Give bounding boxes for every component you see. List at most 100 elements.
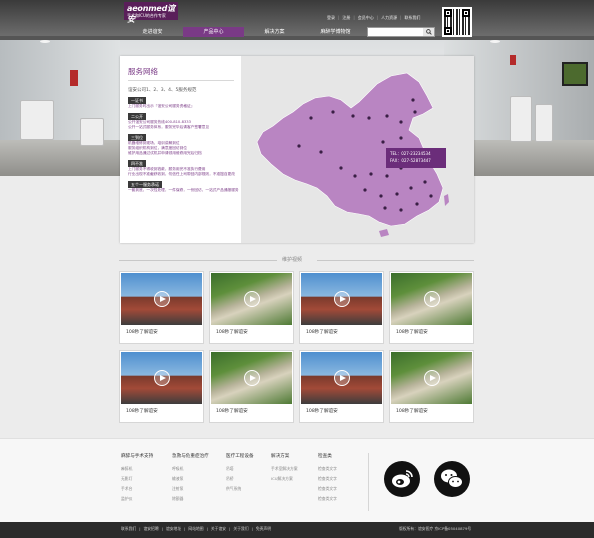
video-caption[interactable]: 108秒了解谊安 [126,329,158,335]
bottom-bar: 联系我们 | 谊安招聘 | 谊安地址 | 网站地图 | 关于谊安 | 关于我们 | 免责声明… [0,522,594,538]
play-icon[interactable] [154,370,170,386]
weibo-button[interactable] [384,461,420,497]
video-caption[interactable]: 108秒了解谊安 [306,408,338,414]
footer-link[interactable]: 手术室解决方案 [271,464,298,474]
wechat-button[interactable] [434,461,470,497]
bottom-link[interactable]: 联系我们 [121,526,136,532]
footer-link[interactable]: 呼吸机 [172,464,209,474]
play-icon[interactable] [424,291,440,307]
city-dot [353,174,357,178]
footer-link[interactable]: 监护仪 [121,494,153,504]
bottom-link[interactable]: 免责声明 [256,526,271,532]
footer-link[interactable]: 输液泵 [172,474,209,484]
footer-link[interactable]: 无影灯 [121,474,153,484]
footer-column-title[interactable]: 医疗工程设备 [226,453,254,459]
footer-column: 解决方案 手术室解决方案 ICU解决方案 [271,453,298,484]
footer-link[interactable]: 麻醉机 [121,464,153,474]
service-tier: 五个一服务承诺 一套到底，一次性处理，一件保修，一份回访，一站式产品通报服务 [128,181,241,193]
footer-link[interactable]: 吊塔 [226,464,254,474]
banner-screen [562,62,588,86]
video-thumbnail[interactable] [301,352,382,404]
nav-museum[interactable]: 麻醉学博物馆 [305,27,366,37]
separator: | [139,526,141,531]
separator: | [184,526,186,531]
video-card[interactable]: 108秒了解谊安 [299,350,384,423]
footer-column: 检查类 检查类文字 检查类文字 检查类文字 检查类文字 [318,453,337,504]
footer-column-title[interactable]: 解决方案 [271,453,298,459]
wechat-icon [441,469,463,488]
video-thumbnail[interactable] [211,273,292,325]
nav-about[interactable]: 走进谊安 [122,27,183,37]
top-link-hr[interactable]: 人力资源 [381,15,397,21]
service-tier: 一证书 上门服务时出示『谊安公司服务资格证』 [128,97,241,109]
video-thumbnail[interactable] [121,352,202,404]
city-dot [399,136,403,140]
footer-column-title[interactable]: 检查类 [318,453,337,459]
city-dot [297,144,301,148]
tier-text: 上门服务时出示『谊安公司服务资格证』 [128,104,195,108]
logo[interactable]: aeonmed谊安 手术和ICU的合作专家 [124,2,178,24]
video-card[interactable]: 108秒了解谊安 [119,271,204,344]
bottom-link[interactable]: 谊安招聘 [143,526,158,532]
city-dot [339,166,343,170]
video-caption[interactable]: 108秒了解谊安 [396,408,428,414]
play-icon[interactable] [154,291,170,307]
play-icon[interactable] [244,370,260,386]
bottom-link[interactable]: 关于我们 [233,526,248,532]
bottom-link[interactable]: 关于谊安 [211,526,226,532]
video-thumbnail[interactable] [211,352,292,404]
video-caption[interactable]: 108秒了解谊安 [306,329,338,335]
footer-column-title[interactable]: 麻醉与手术支持 [121,453,153,459]
video-caption[interactable]: 108秒了解谊安 [216,329,248,335]
banner-light [40,40,50,43]
tier-badge: 四不准 [128,160,146,167]
footer-link[interactable]: 检查类文字 [318,484,337,494]
taiwan-island [444,194,449,206]
city-dot [409,186,413,190]
footer-link[interactable]: 注射泵 [172,484,209,494]
video-card[interactable]: 108秒了解谊安 [299,271,384,344]
qr-code [442,7,472,37]
footer-link[interactable]: 吊桥 [226,474,254,484]
footer-link[interactable]: 检查类文字 [318,494,337,504]
fax-number: FAX：027-52873447 [390,158,431,163]
video-caption[interactable]: 108秒了解谊安 [396,329,428,335]
video-thumbnail[interactable] [391,352,472,404]
video-caption[interactable]: 108秒了解谊安 [126,408,158,414]
top-link-contact[interactable]: 联系我们 [404,15,420,21]
search-button[interactable] [423,28,434,36]
video-thumbnail[interactable] [121,273,202,325]
footer-link[interactable]: 检查类文字 [318,474,337,484]
footer-link[interactable]: 检查类文字 [318,464,337,474]
video-card[interactable]: 108秒了解谊安 [389,350,474,423]
video-card[interactable]: 108秒了解谊安 [119,350,204,423]
city-dot [351,114,355,118]
footer-column: 急救与危重症治疗 呼吸机 输液泵 注射泵 除颤器 [172,453,209,504]
nav-solutions[interactable]: 解决方案 [244,27,305,37]
footer-column-title[interactable]: 急救与危重症治疗 [172,453,209,459]
footer-link[interactable]: 除颤器 [172,494,209,504]
video-card[interactable]: 108秒了解谊安 [209,271,294,344]
search-input[interactable] [368,28,424,36]
top-link-login[interactable]: 登录 [327,15,335,21]
video-card[interactable]: 108秒了解谊安 [209,350,294,423]
video-caption[interactable]: 108秒了解谊安 [216,408,248,414]
video-thumbnail[interactable] [301,273,382,325]
video-thumbnail[interactable] [391,273,472,325]
footer: 麻醉与手术支持 麻醉机 无影灯 手术台 监护仪 急救与危重症治疗 呼吸机 输液泵… [0,438,594,522]
play-icon[interactable] [424,370,440,386]
video-section-header: 维护视频 [0,256,594,264]
video-card[interactable]: 108秒了解谊安 [389,271,474,344]
play-icon[interactable] [334,291,350,307]
bottom-link[interactable]: 谊安地址 [166,526,181,532]
top-link-member[interactable]: 会员中心 [358,15,374,21]
top-link-register[interactable]: 注册 [342,15,350,21]
footer-link[interactable]: 手术台 [121,484,153,494]
bottom-link[interactable]: 网站地图 [188,526,203,532]
nav-products[interactable]: 产品中心 [183,27,244,37]
footer-link[interactable]: 供气系统 [226,484,254,494]
footer-link[interactable]: ICU解决方案 [271,474,298,484]
play-icon[interactable] [244,291,260,307]
play-icon[interactable] [334,370,350,386]
city-dot [319,150,323,154]
